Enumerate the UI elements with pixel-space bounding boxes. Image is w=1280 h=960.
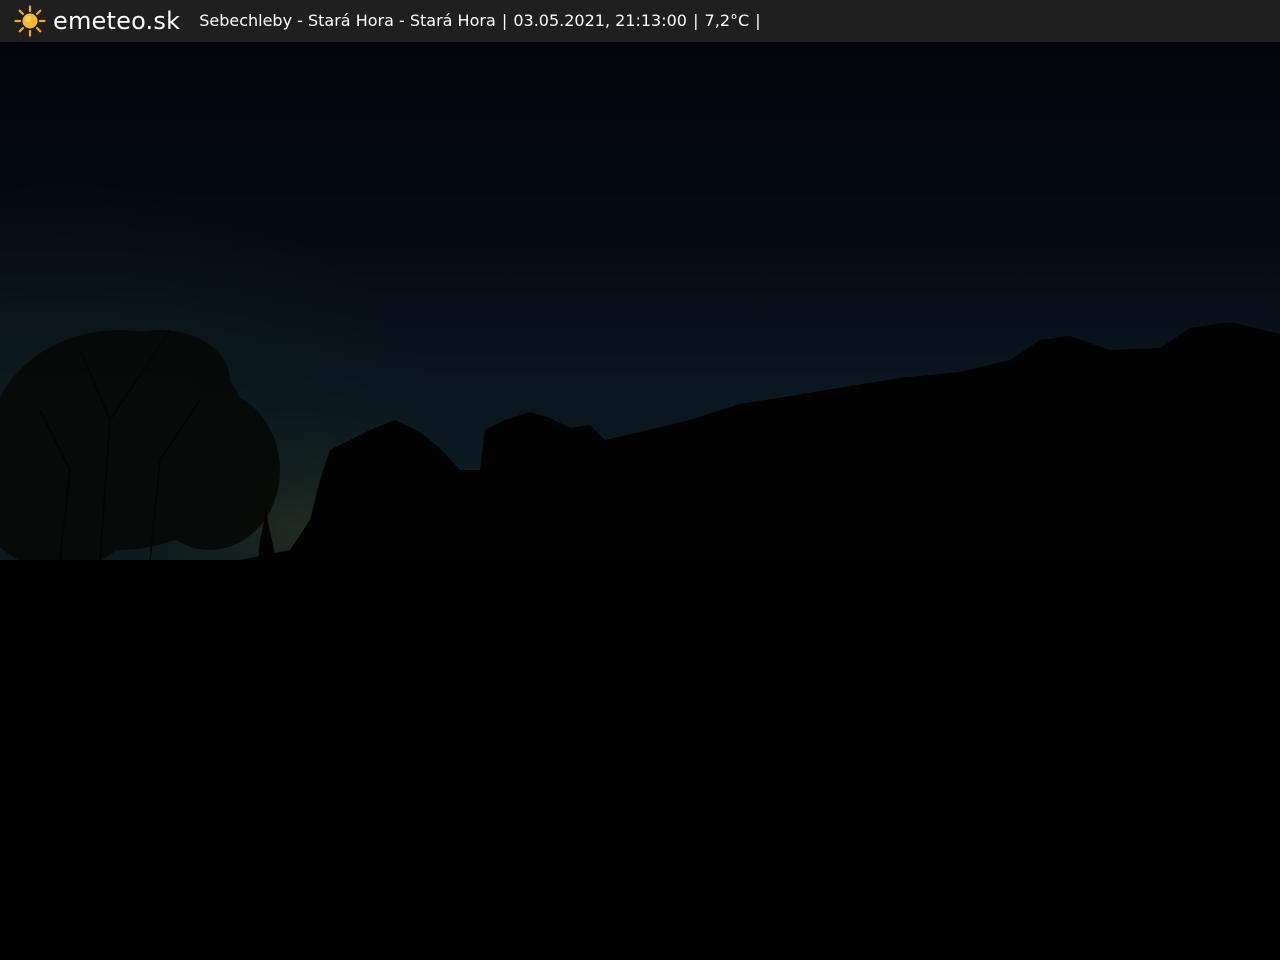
sun-icon — [14, 5, 46, 37]
separator: | — [755, 11, 761, 30]
webcam-caption: Sebechleby - Stará Hora - Stará Hora | 0… — [199, 0, 761, 42]
location-text: Sebechleby - Stará Hora - Stará Hora — [199, 11, 496, 30]
site-logo[interactable]: emeteo.sk — [14, 0, 180, 42]
webcam-frame: emeteo.sk Sebechleby - Stará Hora - Star… — [0, 0, 1280, 960]
header-bar: emeteo.sk Sebechleby - Stará Hora - Star… — [0, 0, 1280, 42]
separator: | — [693, 11, 699, 30]
datetime-text: 03.05.2021, 21:13:00 — [513, 11, 687, 30]
temperature-text: 7,2°C — [704, 11, 750, 30]
separator: | — [501, 11, 508, 30]
brand-name: emeteo.sk — [53, 7, 181, 35]
webcam-image — [0, 42, 1280, 960]
ground — [0, 560, 1280, 960]
